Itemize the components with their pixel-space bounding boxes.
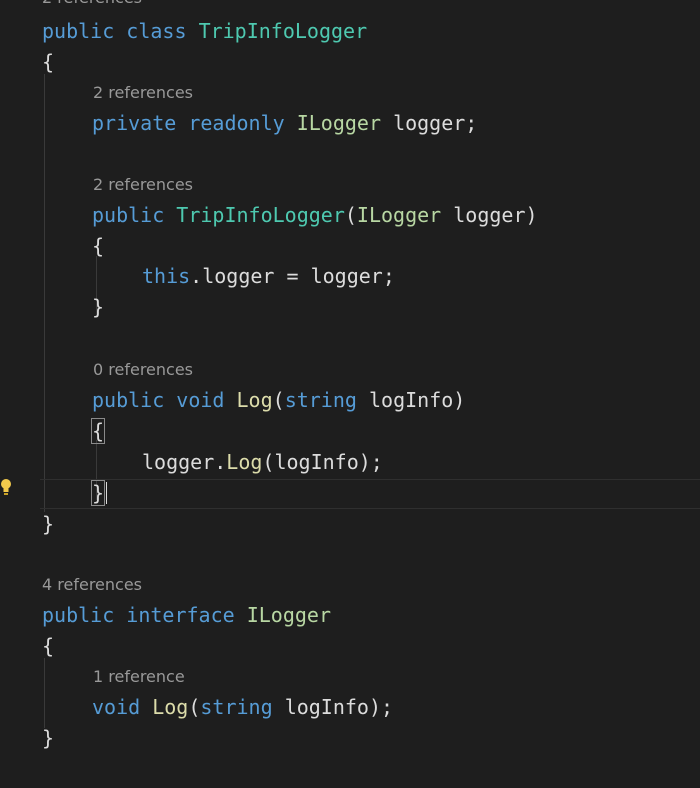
text-caret (106, 482, 107, 504)
paren: ( (344, 203, 357, 227)
code-line: public void Log(string logInfo) (0, 388, 465, 412)
method-name: Log (236, 388, 273, 412)
identifier: logInfo) (368, 388, 466, 412)
paren: ( (272, 388, 285, 412)
paren: ( (188, 695, 201, 719)
identifier: logInfo); (284, 695, 394, 719)
code-line[interactable]: } (0, 480, 106, 506)
brace: } (42, 512, 55, 536)
identifier: logger) (453, 203, 538, 227)
brace: { (42, 634, 55, 658)
keyword: public (92, 203, 165, 227)
codelens-references[interactable]: 2 references (93, 175, 193, 195)
keyword: void (176, 388, 225, 412)
keyword: private (92, 111, 177, 135)
codelens-references[interactable]: 1 reference (93, 667, 185, 687)
brace: { (42, 50, 55, 74)
code-line: void Log(string logInfo); (0, 695, 393, 719)
codelens-references[interactable]: 4 references (42, 575, 142, 595)
code-line: public TripInfoLogger(ILogger logger) (0, 203, 538, 227)
method-name: Log (152, 695, 189, 719)
keyword: this (142, 264, 191, 288)
indent-guide (44, 74, 45, 512)
codelens-references[interactable]: 0 references (93, 360, 193, 380)
brace-match-highlight: { (90, 418, 106, 444)
current-line-highlight (40, 479, 700, 509)
code-line: private readonly ILogger logger; (0, 111, 477, 135)
constructor-name: TripInfoLogger (176, 203, 345, 227)
code-line: } (0, 512, 54, 536)
type-name: ILogger (296, 111, 382, 135)
code-line: { (0, 634, 54, 658)
brace-match-highlight: } (90, 480, 106, 506)
brace: } (42, 726, 55, 750)
code-line: { (0, 418, 106, 444)
type-name: ILogger (356, 203, 442, 227)
keyword: class (126, 19, 187, 43)
code-editor[interactable]: 2 references public class TripInfoLogger… (0, 0, 700, 788)
keyword: public (42, 19, 115, 43)
keyword: readonly (188, 111, 285, 135)
code-line: { (0, 50, 54, 74)
brace: { (92, 234, 105, 258)
codelens-references[interactable]: 2 references (93, 83, 193, 103)
keyword: void (92, 695, 141, 719)
lightbulb-icon[interactable] (0, 478, 12, 496)
keyword: interface (126, 603, 235, 627)
code-line: logger.Log(logInfo); (0, 450, 383, 474)
keyword: string (200, 695, 273, 719)
code-line: { (0, 234, 104, 258)
arguments: (logInfo); (262, 450, 383, 474)
keyword: public (42, 603, 115, 627)
identifier: logger; (393, 111, 478, 135)
code-line: } (0, 726, 54, 750)
codelens-references[interactable]: 2 references (42, 0, 142, 8)
code-line: public interface ILogger (0, 603, 331, 627)
keyword: string (284, 388, 357, 412)
code-line: public class TripInfoLogger (0, 19, 367, 43)
keyword: public (92, 388, 165, 412)
statement: .logger = logger; (190, 264, 395, 288)
interface-name: ILogger (246, 603, 332, 627)
code-line: } (0, 295, 104, 319)
brace: } (92, 295, 105, 319)
method-call: Log (226, 450, 263, 474)
class-name: TripInfoLogger (198, 19, 368, 43)
identifier: logger. (142, 450, 227, 474)
code-line: this.logger = logger; (0, 264, 395, 288)
